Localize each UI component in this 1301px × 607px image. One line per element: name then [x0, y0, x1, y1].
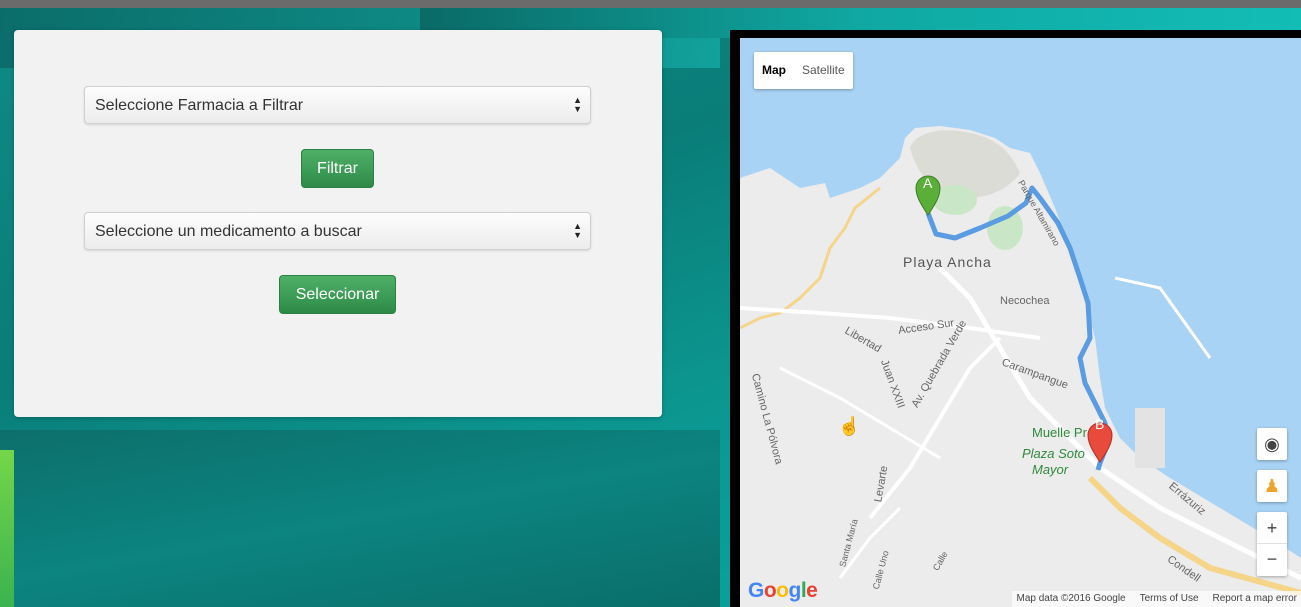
zoom-control: + −: [1257, 512, 1287, 576]
map-canvas[interactable]: A B Map Satellite Playa Ancha Necochea A…: [740, 38, 1301, 607]
pharmacy-select[interactable]: Seleccione Farmacia a Filtrar ▲ ▼: [84, 86, 591, 124]
my-location-button[interactable]: ◉: [1257, 428, 1287, 460]
hand-cursor-icon: ☝: [838, 416, 861, 436]
background-accent: [0, 450, 14, 607]
filter-panel: Seleccione Farmacia a Filtrar ▲ ▼ Filtrar…: [14, 30, 662, 417]
medicine-select-value: Seleccione un medicamento a buscar: [95, 223, 362, 240]
locate-icon: ◉: [1264, 434, 1280, 454]
background-shape: [0, 430, 720, 607]
district-label: Playa Ancha: [903, 254, 992, 270]
pegman-icon: ♟: [1263, 476, 1281, 496]
marker-b-label: B: [1095, 416, 1105, 432]
map-graphics: [740, 126, 1301, 607]
marker-a-label: A: [923, 175, 933, 191]
report-map-error-link[interactable]: Report a map error: [1213, 593, 1297, 605]
street-view-button[interactable]: ♟: [1257, 470, 1287, 502]
pharmacy-select-value: Seleccione Farmacia a Filtrar: [95, 97, 304, 114]
map-type-map-button[interactable]: Map: [754, 52, 794, 89]
google-logo[interactable]: Google: [748, 579, 818, 603]
pier: [1114, 276, 1212, 359]
filter-button[interactable]: Filtrar: [301, 149, 374, 188]
street-label-necochea: Necochea: [1000, 295, 1050, 307]
zoom-out-button[interactable]: −: [1257, 544, 1287, 576]
map-footer: Map data ©2016 Google Terms of Use Repor…: [1012, 591, 1301, 607]
park-green: [987, 206, 1023, 250]
poi-muelle: Muelle Pr: [1032, 425, 1087, 440]
terms-of-use-link[interactable]: Terms of Use: [1140, 593, 1199, 605]
top-bar: [0, 0, 1301, 8]
select-arrows-icon: ▲ ▼: [573, 221, 582, 240]
zoom-in-button[interactable]: +: [1257, 512, 1287, 544]
medicine-select[interactable]: Seleccione un medicamento a buscar ▲ ▼: [84, 212, 591, 250]
poi-plaza-line1: Plaza Soto: [1022, 446, 1085, 461]
select-arrows-icon: ▲ ▼: [573, 95, 582, 114]
map-type-satellite-button[interactable]: Satellite: [794, 52, 853, 89]
map-type-control: Map Satellite: [754, 52, 853, 89]
dock: [1135, 408, 1165, 468]
select-button[interactable]: Seleccionar: [279, 275, 396, 314]
map-data-attribution: Map data ©2016 Google: [1016, 593, 1126, 604]
poi-plaza-line2: Mayor: [1032, 462, 1069, 477]
map-frame: A B Map Satellite Playa Ancha Necochea A…: [730, 30, 1301, 607]
